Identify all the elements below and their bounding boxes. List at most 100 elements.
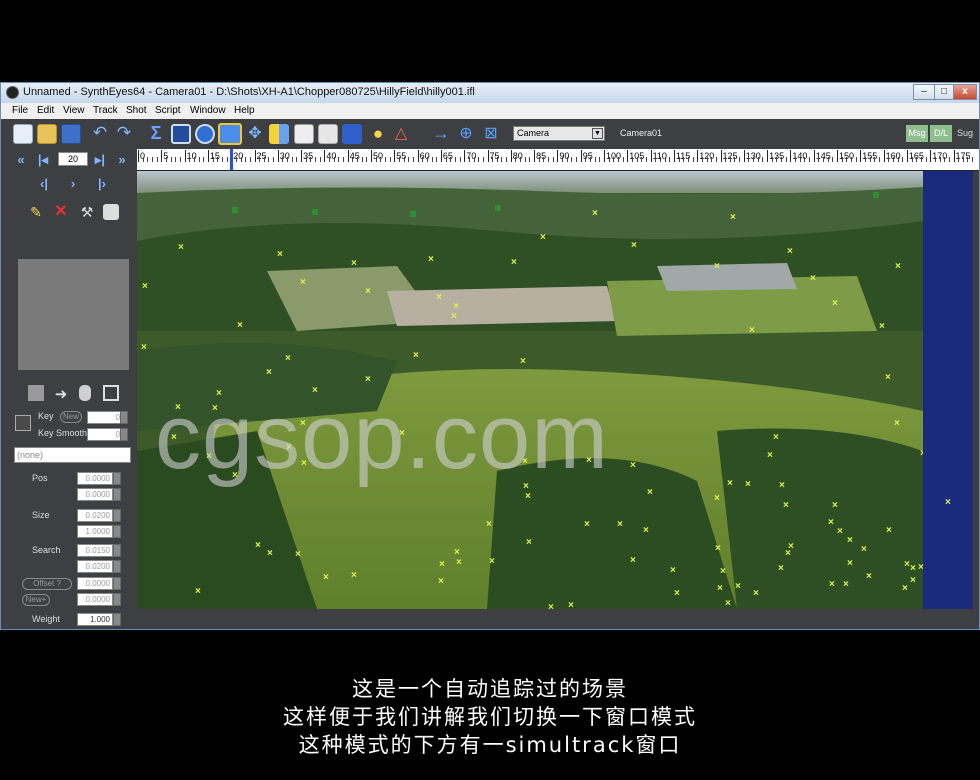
tracker-marker[interactable]: × — [879, 322, 885, 332]
pos-y-field[interactable]: 0.0000 — [77, 488, 113, 501]
msg-button[interactable]: Msg — [906, 125, 928, 142]
tracker-marker[interactable]: × — [843, 580, 849, 590]
tracker-marker[interactable]: × — [195, 587, 201, 597]
tracker-marker[interactable]: × — [592, 209, 598, 219]
tracker-marker[interactable]: × — [365, 375, 371, 385]
redo-icon[interactable]: ↷ — [114, 124, 134, 144]
tracker-marker[interactable]: × — [584, 520, 590, 530]
tracker-marker[interactable]: × — [451, 312, 457, 322]
weight-field[interactable]: 1.000 — [77, 613, 113, 626]
tracker-marker[interactable]: × — [730, 213, 736, 223]
sigma-icon[interactable]: Σ — [146, 124, 166, 144]
tracker-marker[interactable]: × — [788, 542, 794, 552]
tracker-marker[interactable]: × — [787, 247, 793, 257]
last-frame-icon[interactable]: ▸| — [91, 152, 109, 168]
tracker-marker-green[interactable] — [495, 205, 501, 211]
key-smooth-field[interactable]: 0 — [87, 428, 123, 441]
tracker-marker[interactable]: × — [540, 233, 546, 243]
tracker-marker[interactable]: × — [910, 564, 916, 574]
undo-icon[interactable]: ↶ — [90, 124, 110, 144]
tracker-marker[interactable]: × — [714, 494, 720, 504]
tracker-marker[interactable]: × — [717, 584, 723, 594]
key-smooth-spinner[interactable] — [120, 428, 128, 441]
tracker-marker[interactable]: × — [847, 559, 853, 569]
tracker-marker[interactable]: × — [511, 258, 517, 268]
tracker-marker[interactable]: × — [295, 550, 301, 560]
new-plus-field[interactable]: 0.0000 — [77, 593, 113, 606]
tracker-marker-green[interactable] — [232, 207, 238, 213]
tracker-marker[interactable]: × — [323, 573, 329, 583]
tracker-marker[interactable]: × — [237, 321, 243, 331]
offset-button[interactable]: Offset ? — [22, 578, 72, 590]
tracker-marker[interactable]: × — [674, 589, 680, 599]
hammer-icon[interactable]: ⚒ — [79, 204, 95, 220]
size-x-field[interactable]: 0.0200 — [77, 509, 113, 522]
tracker-marker[interactable]: × — [413, 351, 419, 361]
tracker-marker[interactable]: × — [753, 589, 759, 599]
tracker-marker[interactable]: × — [904, 560, 910, 570]
delete-icon[interactable]: ✕ — [53, 204, 69, 220]
title-bar[interactable]: Unnamed - SynthEyes64 - Camera01 - D:\Sh… — [1, 83, 979, 103]
menu-window[interactable]: Window — [190, 105, 226, 116]
tracker-marker[interactable]: × — [630, 461, 636, 471]
tracker-marker-green[interactable] — [312, 209, 318, 215]
maximize-button[interactable]: □ — [934, 84, 954, 100]
tracker-marker[interactable]: × — [810, 274, 816, 284]
tracker-marker[interactable]: × — [630, 556, 636, 566]
tracker-marker[interactable]: × — [526, 538, 532, 548]
playhead[interactable] — [230, 149, 234, 170]
search-y-field[interactable]: 0.0200 — [77, 560, 113, 573]
tracker-marker[interactable]: × — [300, 278, 306, 288]
tracker-marker[interactable]: × — [832, 501, 838, 511]
close-button[interactable]: x — [953, 84, 977, 100]
tracker-marker[interactable]: × — [910, 576, 916, 586]
cube-icon[interactable] — [342, 124, 362, 144]
tracker-marker-green[interactable] — [873, 192, 879, 198]
tracker-name-field[interactable]: (none) — [14, 447, 131, 463]
tracker-marker[interactable]: × — [643, 526, 649, 536]
pos-x-spinner[interactable] — [113, 472, 121, 485]
search-x-field[interactable]: 0.0150 — [77, 544, 113, 557]
tracker-marker[interactable]: × — [141, 343, 147, 353]
tracker-marker[interactable]: × — [829, 580, 835, 590]
tracker-marker[interactable]: × — [489, 557, 495, 567]
layout-icon[interactable] — [103, 385, 119, 401]
move-icon[interactable]: ✥ — [245, 124, 265, 144]
tracker-marker[interactable]: × — [745, 480, 751, 490]
coordinate-icon[interactable] — [318, 124, 338, 144]
tracker-marker[interactable]: × — [266, 368, 272, 378]
tracker-marker-green[interactable] — [410, 211, 416, 217]
tracker-marker[interactable]: × — [895, 262, 901, 272]
new-key-button[interactable]: New — [60, 411, 82, 423]
sug-button[interactable]: Sug — [954, 125, 976, 142]
mouse-icon[interactable] — [79, 385, 91, 401]
tracker-marker[interactable]: × — [902, 584, 908, 594]
minimize-button[interactable]: – — [913, 84, 935, 100]
tracker-marker[interactable]: × — [520, 357, 526, 367]
tracker-marker[interactable]: × — [525, 492, 531, 502]
tracker-marker[interactable]: × — [365, 287, 371, 297]
tracker-marker[interactable]: × — [617, 520, 623, 530]
arrow-right-icon[interactable]: → — [431, 124, 451, 144]
offset-spinner[interactable] — [113, 577, 121, 590]
fit-icon[interactable]: ⊠ — [481, 124, 501, 144]
zoom-icon[interactable]: ⊕ — [456, 124, 476, 144]
tracker-marker[interactable]: × — [428, 255, 434, 265]
new-file-icon[interactable] — [13, 124, 33, 144]
tracker-marker[interactable]: × — [647, 488, 653, 498]
tracker-marker[interactable]: × — [714, 262, 720, 272]
new-plus-spinner[interactable] — [113, 593, 121, 606]
play-icon[interactable]: › — [64, 176, 82, 192]
menu-script[interactable]: Script — [155, 105, 181, 116]
eyedropper-icon[interactable]: ✎ — [28, 204, 44, 220]
timeline-ruler[interactable]: 0 5 10 15 20 25 30 35 40 45 50 55 60 65 70 75 80 85 90 95 10… — [137, 149, 979, 171]
new-plus-button[interactable]: New+ — [22, 594, 50, 606]
color-swatch[interactable] — [15, 415, 31, 431]
tracker-marker[interactable]: × — [866, 572, 872, 582]
pos-x-field[interactable]: 0.0000 — [77, 472, 113, 485]
first-frame-icon[interactable]: |◂ — [34, 152, 52, 168]
tracker-marker[interactable]: × — [436, 293, 442, 303]
forward-arrow-icon[interactable]: ➜ — [53, 385, 69, 403]
menu-shot[interactable]: Shot — [126, 105, 147, 116]
tracker-marker[interactable]: × — [715, 544, 721, 554]
